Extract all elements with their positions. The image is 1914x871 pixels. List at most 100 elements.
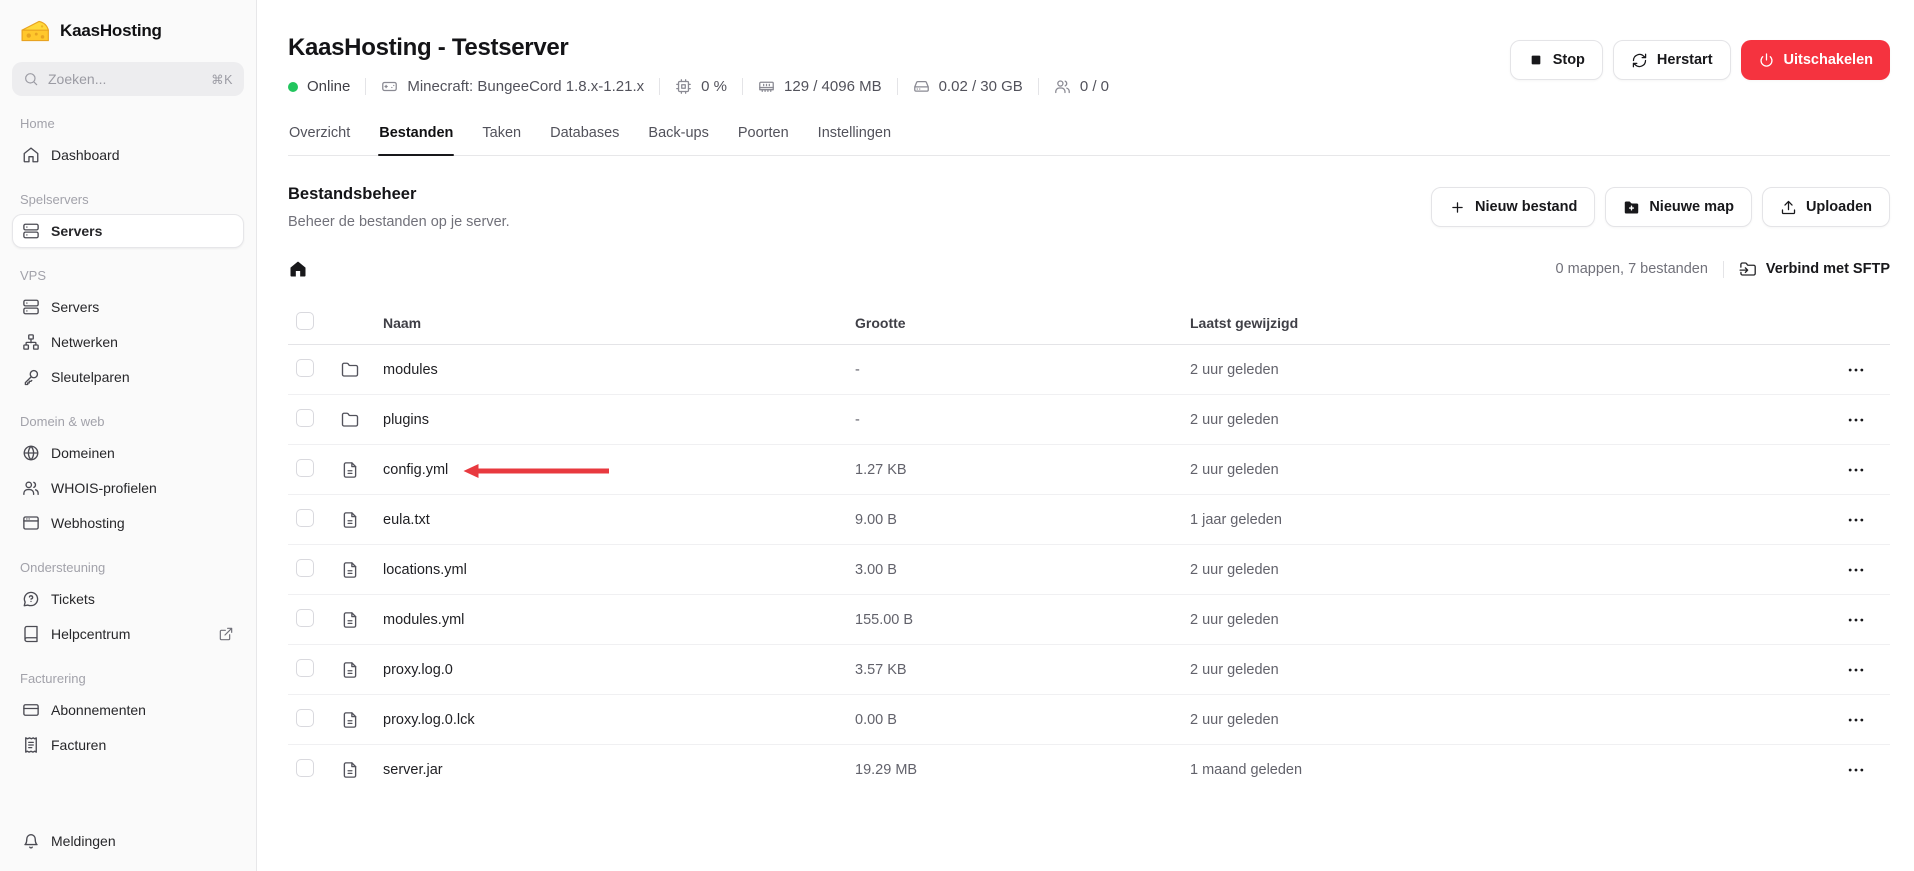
tab-instellingen[interactable]: Instellingen bbox=[817, 125, 892, 155]
file-name[interactable]: locations.yml bbox=[383, 562, 467, 578]
sidebar-item-ondersteuning-tickets[interactable]: Tickets bbox=[12, 582, 244, 616]
row-checkbox[interactable] bbox=[296, 409, 314, 427]
brand-name: KaasHosting bbox=[60, 21, 162, 41]
file-name[interactable]: config.yml bbox=[383, 462, 448, 478]
file-size: 3.00 B bbox=[855, 562, 1190, 578]
sidebar-item-label: WHOIS-profielen bbox=[51, 480, 157, 496]
row-checkbox[interactable] bbox=[296, 709, 314, 727]
row-checkbox[interactable] bbox=[296, 609, 314, 627]
external-link-icon bbox=[218, 626, 234, 642]
file-table-header: Naam Grootte Laatst gewijzigd bbox=[288, 301, 1890, 345]
row-checkbox[interactable] bbox=[296, 559, 314, 577]
file-table: Naam Grootte Laatst gewijzigd modules-2 … bbox=[288, 301, 1890, 795]
file-name[interactable]: eula.txt bbox=[383, 512, 430, 528]
file-modified: 2 uur geleden bbox=[1190, 412, 1842, 428]
file-name[interactable]: plugins bbox=[383, 412, 429, 428]
file-name[interactable]: server.jar bbox=[383, 762, 443, 778]
row-menu-button[interactable] bbox=[1842, 456, 1870, 484]
new-file-button-label: Nieuw bestand bbox=[1475, 199, 1577, 215]
restart-button[interactable]: Herstart bbox=[1613, 40, 1731, 80]
tab-overzicht[interactable]: Overzicht bbox=[288, 125, 351, 155]
row-menu-button[interactable] bbox=[1842, 506, 1870, 534]
row-checkbox[interactable] bbox=[296, 759, 314, 777]
restart-button-label: Herstart bbox=[1657, 52, 1713, 68]
sidebar-item-home-dashboard[interactable]: Dashboard bbox=[12, 138, 244, 172]
sidebar-item-vps-sleutelparen[interactable]: Sleutelparen bbox=[12, 360, 244, 394]
new-file-button[interactable]: Nieuw bestand bbox=[1431, 187, 1595, 227]
sftp-button[interactable]: Verbind met SFTP bbox=[1739, 260, 1890, 278]
sidebar-item-vps-netwerken[interactable]: Netwerken bbox=[12, 325, 244, 359]
row-menu-button[interactable] bbox=[1842, 706, 1870, 734]
search-input[interactable]: Zoeken... ⌘K bbox=[12, 62, 244, 96]
main-content: KaasHosting - Testserver Online Minecraf… bbox=[257, 0, 1914, 871]
file-name[interactable]: modules bbox=[383, 362, 438, 378]
table-row-modules[interactable]: modules-2 uur geleden bbox=[288, 345, 1890, 395]
server-tabs: Overzicht Bestanden Taken Databases Back-ups… bbox=[288, 125, 1890, 156]
sidebar-section-home: HomeDashboard bbox=[12, 116, 244, 172]
sidebar-item-meldingen[interactable]: Meldingen bbox=[12, 824, 244, 858]
sidebar-item-facturering-abonnementen[interactable]: Abonnementen bbox=[12, 693, 244, 727]
online-dot-icon bbox=[288, 82, 298, 92]
home-icon bbox=[22, 146, 40, 164]
tab-bestanden[interactable]: Bestanden bbox=[378, 125, 454, 155]
window-icon bbox=[22, 514, 40, 532]
new-folder-button-label: Nieuwe map bbox=[1649, 199, 1734, 215]
file-name[interactable]: proxy.log.0 bbox=[383, 662, 453, 678]
row-checkbox[interactable] bbox=[296, 659, 314, 677]
row-menu-button[interactable] bbox=[1842, 606, 1870, 634]
file-name[interactable]: proxy.log.0.lck bbox=[383, 712, 475, 728]
row-menu-button[interactable] bbox=[1842, 756, 1870, 784]
table-row-modules-yml[interactable]: modules.yml155.00 B2 uur geleden bbox=[288, 595, 1890, 645]
table-row-eula-txt[interactable]: eula.txt9.00 B1 jaar geleden bbox=[288, 495, 1890, 545]
upload-button[interactable]: Uploaden bbox=[1762, 187, 1890, 227]
breadcrumb-home[interactable] bbox=[288, 259, 308, 279]
sidebar-item-spelservers-servers[interactable]: Servers bbox=[12, 214, 244, 248]
file-icon bbox=[341, 561, 359, 579]
sidebar-item-facturering-facturen[interactable]: Facturen bbox=[12, 728, 244, 762]
divider bbox=[897, 78, 898, 95]
tab-back-ups[interactable]: Back-ups bbox=[647, 125, 709, 155]
files-actions: Nieuw bestand Nieuwe map Uploaden bbox=[1431, 187, 1890, 227]
row-checkbox[interactable] bbox=[296, 359, 314, 377]
status-online-label: Online bbox=[307, 78, 350, 95]
stop-button[interactable]: Stop bbox=[1510, 40, 1603, 80]
folder-icon bbox=[341, 411, 359, 429]
sidebar-item-vps-servers[interactable]: Servers bbox=[12, 290, 244, 324]
row-checkbox[interactable] bbox=[296, 509, 314, 527]
sidebar-item-label: Abonnementen bbox=[51, 702, 146, 718]
sidebar-item-ondersteuning-helpcentrum[interactable]: Helpcentrum bbox=[12, 617, 244, 651]
tab-databases[interactable]: Databases bbox=[549, 125, 620, 155]
select-all-checkbox[interactable] bbox=[296, 312, 314, 330]
row-checkbox[interactable] bbox=[296, 459, 314, 477]
sidebar-item-domein-web-whois-profielen[interactable]: WHOIS-profielen bbox=[12, 471, 244, 505]
row-menu-button[interactable] bbox=[1842, 656, 1870, 684]
table-row-server-jar[interactable]: server.jar19.29 MB1 maand geleden bbox=[288, 745, 1890, 795]
sidebar-item-domein-web-webhosting[interactable]: Webhosting bbox=[12, 506, 244, 540]
table-row-locations-yml[interactable]: locations.yml3.00 B2 uur geleden bbox=[288, 545, 1890, 595]
table-row-proxy-log-0-lck[interactable]: proxy.log.0.lck0.00 B2 uur geleden bbox=[288, 695, 1890, 745]
sidebar-item-label: Meldingen bbox=[51, 833, 116, 849]
table-row-config-yml[interactable]: config.yml1.27 KB2 uur geleden bbox=[288, 445, 1890, 495]
sidebar-item-domein-web-domeinen[interactable]: Domeinen bbox=[12, 436, 244, 470]
table-row-proxy-log-0[interactable]: proxy.log.03.57 KB2 uur geleden bbox=[288, 645, 1890, 695]
table-row-plugins[interactable]: plugins-2 uur geleden bbox=[288, 395, 1890, 445]
file-icon bbox=[341, 611, 359, 629]
status-online: Online bbox=[288, 78, 350, 95]
row-menu-button[interactable] bbox=[1842, 556, 1870, 584]
row-menu-button[interactable] bbox=[1842, 356, 1870, 384]
tab-taken[interactable]: Taken bbox=[481, 125, 522, 155]
sidebar: KaasHosting Zoeken... ⌘K HomeDashboardSp… bbox=[0, 0, 257, 871]
file-size: 19.29 MB bbox=[855, 762, 1190, 778]
row-menu-button[interactable] bbox=[1842, 406, 1870, 434]
sidebar-sections: HomeDashboardSpelserversServersVPSServer… bbox=[12, 116, 244, 762]
status-memory-value: 129 / 4096 MB bbox=[784, 78, 882, 95]
ellipsis-icon bbox=[1846, 360, 1866, 380]
shutdown-button[interactable]: Uitschakelen bbox=[1741, 40, 1890, 80]
new-folder-button[interactable]: Nieuwe map bbox=[1605, 187, 1752, 227]
tab-poorten[interactable]: Poorten bbox=[737, 125, 790, 155]
file-name[interactable]: modules.yml bbox=[383, 612, 464, 628]
sftp-button-label: Verbind met SFTP bbox=[1766, 261, 1890, 277]
shutdown-button-label: Uitschakelen bbox=[1784, 52, 1873, 68]
status-disk: 0.02 / 30 GB bbox=[913, 78, 1023, 95]
sidebar-item-label: Helpcentrum bbox=[51, 626, 130, 642]
